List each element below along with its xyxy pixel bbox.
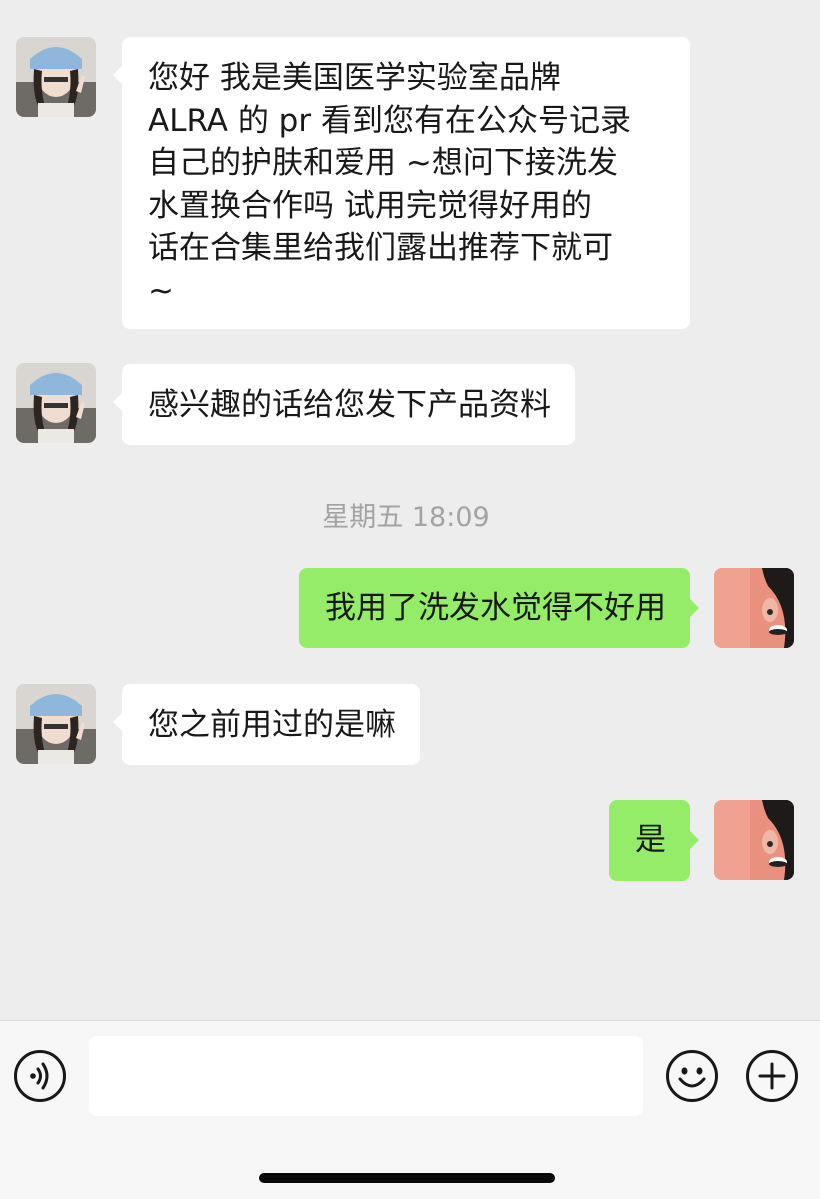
message-text: 感兴趣的话给您发下产品资料 — [148, 387, 551, 423]
message-bubble-outgoing[interactable]: 我用了洗发水觉得不好用 — [299, 568, 699, 648]
message-text: 您之前用过的是嘛 — [148, 707, 396, 743]
voice-icon[interactable] — [13, 1049, 67, 1103]
chat-area[interactable]: 您好 我是美国医学实验室品牌 ALRA 的 pr 看到您有在公众号记录 自己的护… — [0, 0, 820, 1020]
emoji-icon[interactable] — [665, 1049, 719, 1103]
message-line: ALRA 的 pr 看到您有在公众号记录 — [148, 102, 631, 139]
message-line: 您好 我是美国医学实验室品牌 — [148, 60, 561, 96]
home-indicator[interactable] — [259, 1173, 555, 1183]
message-text: 是 — [635, 822, 666, 858]
message-text: 我用了洗发水觉得不好用 — [325, 590, 666, 626]
message-bubble-outgoing[interactable]: 是 — [609, 800, 699, 881]
message-bubble-incoming[interactable]: 感兴趣的话给您发下产品资料 — [113, 364, 575, 445]
timestamp: 星期五 18:09 — [322, 502, 490, 533]
message-line: ~ — [148, 272, 174, 309]
plus-icon[interactable] — [745, 1049, 799, 1103]
self-avatar[interactable] — [714, 568, 794, 648]
message-bubble-incoming[interactable]: 您之前用过的是嘛 — [113, 684, 420, 765]
message-input[interactable] — [89, 1036, 643, 1116]
contact-avatar[interactable] — [16, 363, 96, 443]
contact-avatar[interactable] — [16, 684, 96, 764]
message-bubble-incoming[interactable]: 您好 我是美国医学实验室品牌 ALRA 的 pr 看到您有在公众号记录 自己的护… — [113, 37, 690, 329]
message-line: 水置换合作吗 试用完觉得好用的 — [148, 187, 592, 224]
message-line: 自己的护肤和爱用 ~想问下接洗发 — [148, 145, 618, 181]
message-line: 话在合集里给我们露出推荐下就可 — [148, 230, 613, 266]
self-avatar[interactable] — [714, 800, 794, 880]
contact-avatar[interactable] — [16, 37, 96, 117]
